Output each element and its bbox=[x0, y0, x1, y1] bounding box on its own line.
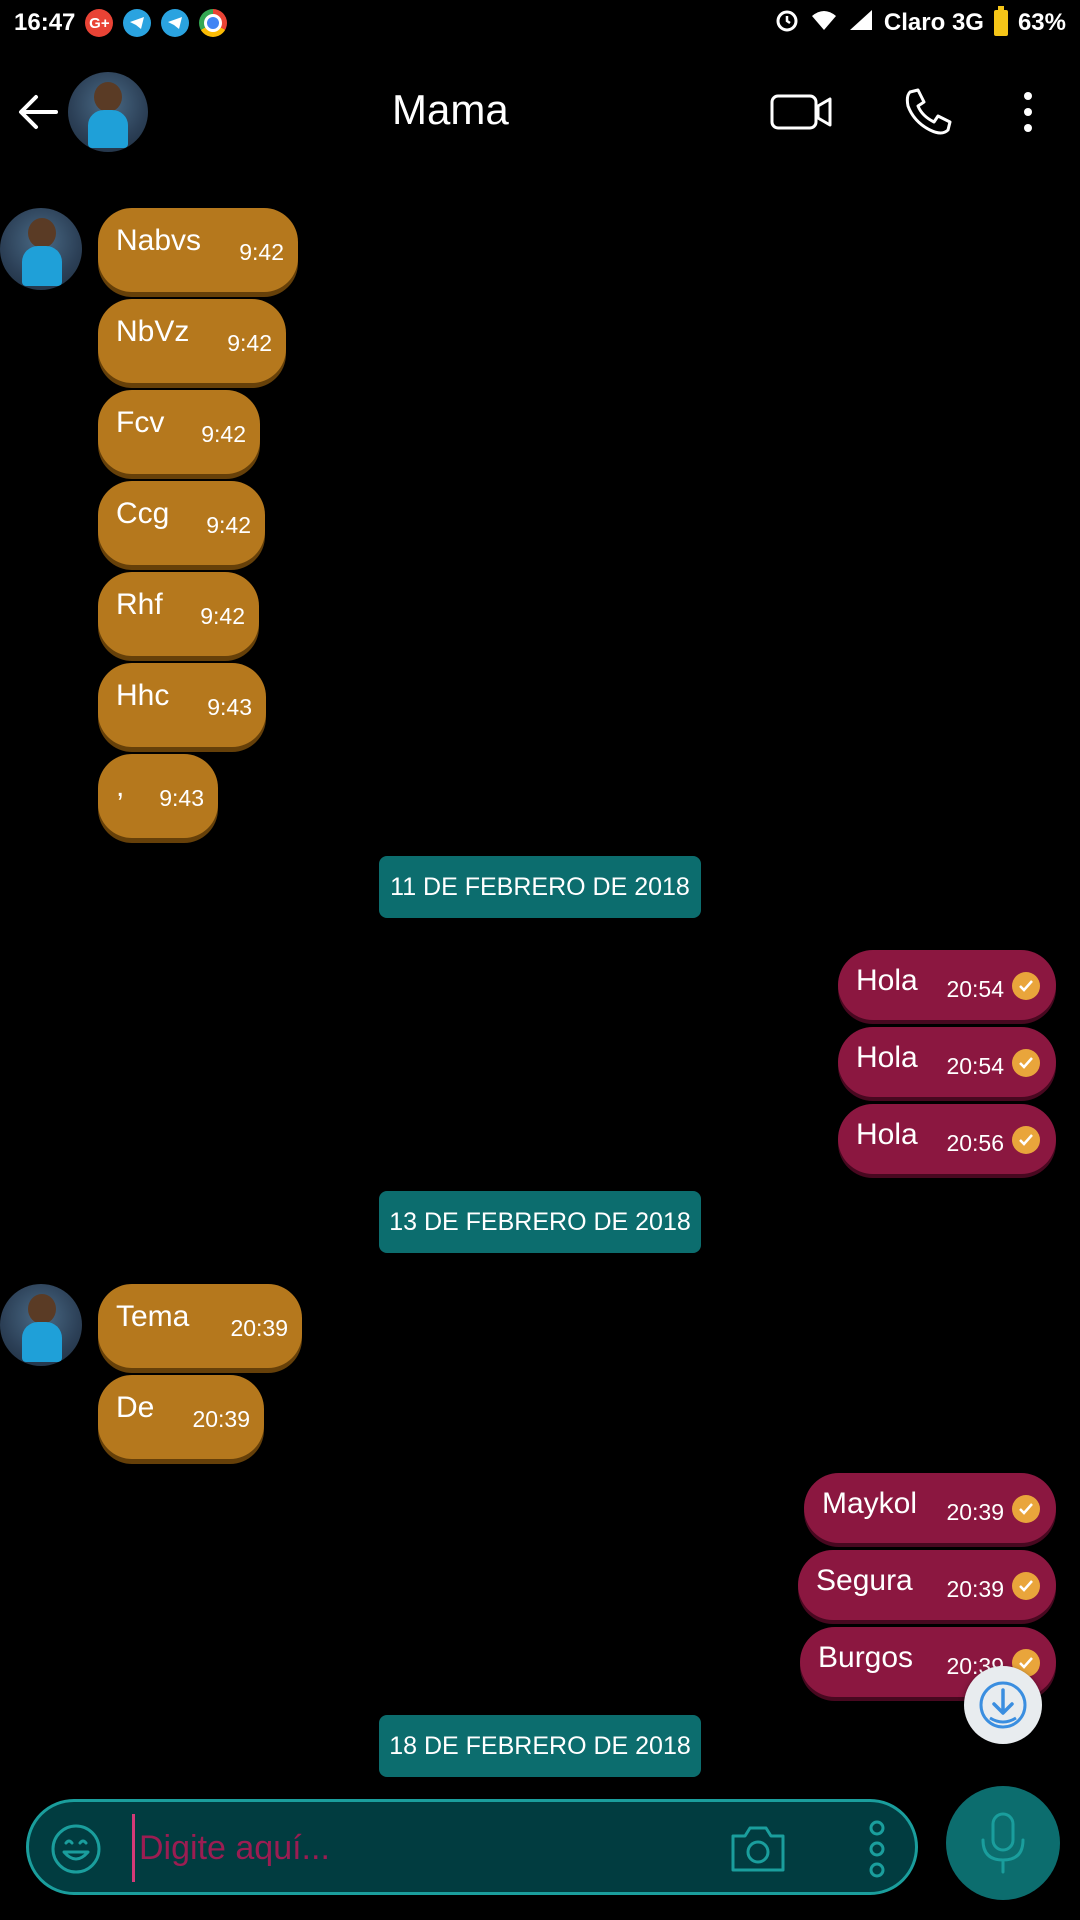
arrow-down-circle-icon bbox=[979, 1681, 1027, 1729]
message-time: 9:43 bbox=[207, 694, 252, 720]
chat-header: Mama bbox=[0, 46, 1080, 178]
telegram-icon bbox=[123, 9, 152, 37]
message-text: Hola bbox=[856, 1118, 918, 1151]
message-text: Maykol bbox=[822, 1487, 918, 1520]
outgoing-message[interactable]: Maykol 20:39 bbox=[804, 1473, 1056, 1543]
message-text: NbVz bbox=[116, 315, 190, 348]
message-text: De bbox=[116, 1391, 155, 1424]
date-separator: 11 DE FEBRERO DE 2018 bbox=[379, 856, 701, 918]
outgoing-message[interactable]: Hola 20:56 bbox=[838, 1104, 1056, 1174]
incoming-message[interactable]: Rhf 9:42 bbox=[98, 572, 259, 656]
message-input[interactable] bbox=[132, 1814, 701, 1882]
read-check-icon bbox=[1012, 972, 1040, 1000]
message-time: 20:39 bbox=[230, 1315, 288, 1341]
message-time: 20:56 bbox=[946, 1130, 1004, 1156]
incoming-message[interactable]: Tema 20:39 bbox=[98, 1284, 302, 1368]
alarm-icon bbox=[774, 7, 800, 40]
message-time: 9:42 bbox=[206, 512, 251, 538]
contact-avatar[interactable] bbox=[68, 72, 148, 152]
message-time: 20:54 bbox=[946, 1053, 1004, 1079]
incoming-message[interactable]: De 20:39 bbox=[98, 1375, 264, 1459]
message-composer bbox=[26, 1799, 918, 1895]
incoming-message[interactable]: Nabvs 9:42 bbox=[98, 208, 298, 292]
message-time: 20:54 bbox=[946, 976, 1004, 1002]
message-time: 9:42 bbox=[200, 603, 245, 629]
sender-avatar[interactable] bbox=[0, 1284, 82, 1366]
incoming-message[interactable]: NbVz 9:42 bbox=[98, 299, 286, 383]
wifi-icon bbox=[810, 8, 838, 39]
signal-icon bbox=[848, 8, 874, 39]
message-time: 9:42 bbox=[239, 239, 284, 265]
date-separator: 18 DE FEBRERO DE 2018 bbox=[379, 1715, 701, 1777]
carrier-label: Claro 3G bbox=[883, 9, 984, 36]
outgoing-message[interactable]: Segura 20:39 bbox=[798, 1550, 1056, 1620]
message-time: 9:42 bbox=[227, 330, 272, 356]
message-text: , bbox=[116, 770, 125, 803]
message-text: Hhc bbox=[116, 679, 170, 712]
incoming-message[interactable]: Fcv 9:42 bbox=[98, 390, 260, 474]
chrome-icon bbox=[199, 9, 228, 37]
incoming-message[interactable]: Ccg 9:42 bbox=[98, 481, 265, 565]
read-check-icon bbox=[1012, 1495, 1040, 1523]
back-arrow-icon[interactable] bbox=[16, 90, 60, 134]
emoji-icon[interactable] bbox=[49, 1822, 103, 1876]
message-text: Tema bbox=[116, 1300, 190, 1333]
message-time: 20:39 bbox=[946, 1499, 1004, 1525]
incoming-message[interactable]: , 9:43 bbox=[98, 754, 218, 838]
message-time: 20:39 bbox=[946, 1576, 1004, 1602]
message-time: 9:43 bbox=[159, 785, 204, 811]
contact-name[interactable]: Mama bbox=[392, 86, 509, 134]
message-time: 20:39 bbox=[192, 1406, 250, 1432]
voice-message-button[interactable] bbox=[946, 1786, 1060, 1900]
camera-icon[interactable] bbox=[729, 1820, 787, 1876]
attach-icon[interactable] bbox=[865, 1818, 889, 1880]
google-plus-icon: G+ bbox=[85, 9, 114, 37]
message-text: Burgos bbox=[818, 1641, 914, 1674]
video-call-icon[interactable] bbox=[770, 90, 834, 134]
message-text: Fcv bbox=[116, 406, 165, 439]
scroll-to-bottom-button[interactable] bbox=[964, 1666, 1042, 1744]
message-time: 9:42 bbox=[201, 421, 246, 447]
outgoing-message[interactable]: Hola 20:54 bbox=[838, 950, 1056, 1020]
phone-call-icon[interactable] bbox=[902, 86, 954, 138]
battery-level: 63% bbox=[1017, 9, 1066, 36]
date-separator: 13 DE FEBRERO DE 2018 bbox=[379, 1191, 701, 1253]
read-check-icon bbox=[1012, 1049, 1040, 1077]
incoming-message[interactable]: Hhc 9:43 bbox=[98, 663, 266, 747]
microphone-icon bbox=[981, 1812, 1025, 1874]
read-check-icon bbox=[1012, 1572, 1040, 1600]
read-check-icon bbox=[1012, 1126, 1040, 1154]
message-text: Segura bbox=[816, 1564, 913, 1597]
status-time: 16:47 bbox=[14, 9, 76, 36]
message-text: Ccg bbox=[116, 497, 170, 530]
message-text: Nabvs bbox=[116, 224, 202, 257]
battery-icon bbox=[993, 6, 1008, 36]
outgoing-message[interactable]: Hola 20:54 bbox=[838, 1027, 1056, 1097]
message-text: Hola bbox=[856, 964, 918, 997]
status-bar: 16:47 G+ Claro 3G 63% bbox=[0, 0, 1080, 46]
more-options-icon[interactable] bbox=[1014, 90, 1042, 134]
message-text: Hola bbox=[856, 1041, 918, 1074]
message-text: Rhf bbox=[116, 588, 163, 621]
telegram-icon bbox=[161, 9, 190, 37]
sender-avatar[interactable] bbox=[0, 208, 82, 290]
